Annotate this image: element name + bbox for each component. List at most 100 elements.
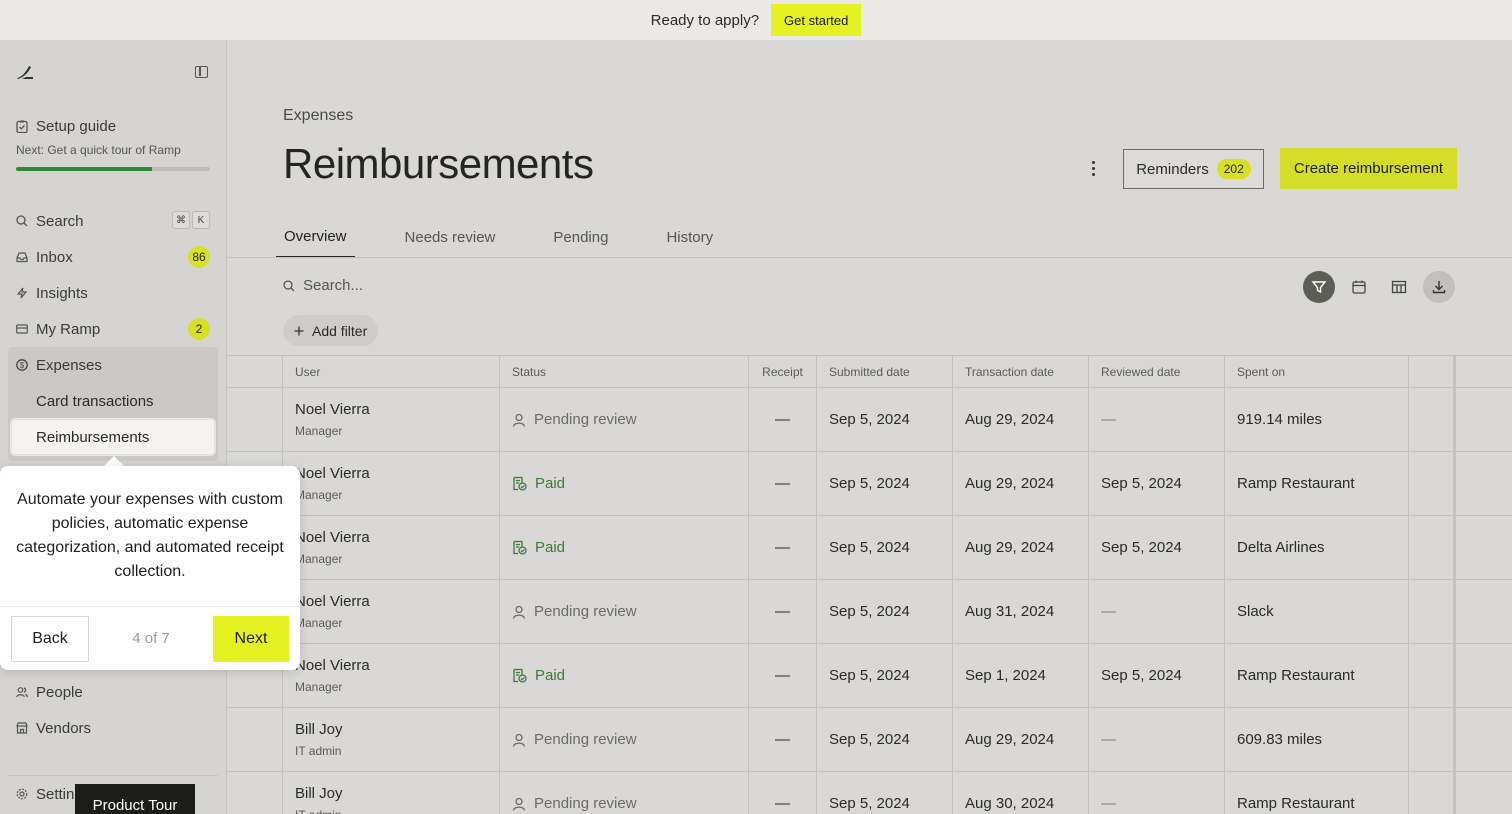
- sidebar-item-vendors[interactable]: Vendors: [8, 710, 218, 746]
- sidebar-item-reimbursements[interactable]: Reimbursements: [11, 419, 215, 455]
- transaction-date-cell: Aug 29, 2024: [953, 388, 1089, 451]
- row-spacer: [1409, 452, 1454, 515]
- header-user[interactable]: User: [283, 356, 500, 387]
- sidebar-item-insights[interactable]: Insights: [8, 275, 218, 311]
- filter-icon[interactable]: [1303, 271, 1335, 303]
- calendar-icon[interactable]: [1343, 271, 1375, 303]
- transaction-date-cell: Aug 29, 2024: [953, 708, 1089, 771]
- user-role: Manager: [295, 424, 343, 438]
- user-cell: Noel Vierra Manager: [283, 388, 500, 451]
- status-cell: Paid: [500, 452, 749, 515]
- transaction-date-cell: Sep 1, 2024: [953, 644, 1089, 707]
- submitted-date-cell: Sep 5, 2024: [817, 772, 953, 814]
- header-spent-on[interactable]: Spent on: [1225, 356, 1409, 387]
- row-spacer: [1409, 772, 1454, 814]
- table-row[interactable]: Noel Vierra Manager Paid — Sep 5, 2024 Aug 29…: [227, 516, 1512, 580]
- header-transaction-date[interactable]: Transaction date: [953, 356, 1089, 387]
- reviewed-date-cell: Sep 5, 2024: [1089, 644, 1225, 707]
- table-icon[interactable]: [1383, 271, 1415, 303]
- get-started-button[interactable]: Get started: [771, 4, 862, 36]
- receipt-cell[interactable]: —: [749, 772, 817, 814]
- row-spacer: [1454, 644, 1512, 707]
- table-row[interactable]: Noel Vierra Manager Pending review — Sep 5, …: [227, 580, 1512, 644]
- table-row[interactable]: Noel Vierra Manager Pending review — Sep 5, …: [227, 388, 1512, 452]
- table-row[interactable]: Noel Vierra Manager Paid — Sep 5, 2024 Aug 29…: [227, 452, 1512, 516]
- status-cell: Paid: [500, 644, 749, 707]
- sidebar-item-label: Search: [36, 212, 84, 230]
- tab-pending[interactable]: Pending: [545, 216, 616, 258]
- receipt-cell[interactable]: —: [749, 708, 817, 771]
- search-input[interactable]: Search...: [283, 277, 363, 294]
- tab-history[interactable]: History: [658, 216, 721, 258]
- header-status[interactable]: Status: [500, 356, 749, 387]
- header-reviewed-date[interactable]: Reviewed date: [1089, 356, 1225, 387]
- status-label: Pending review: [534, 731, 637, 748]
- row-spacer: [1409, 580, 1454, 643]
- user-role: Manager: [295, 552, 343, 566]
- setup-guide[interactable]: Setup guide Next: Get a quick tour of Ra…: [16, 118, 210, 171]
- add-filter-button[interactable]: Add filter: [283, 315, 379, 346]
- receipt-cell[interactable]: —: [749, 580, 817, 643]
- transaction-date-cell: Aug 31, 2024: [953, 580, 1089, 643]
- tab-needs-review[interactable]: Needs review: [397, 216, 504, 258]
- shortcut-key: K: [192, 211, 210, 229]
- sidebar-nav-secondary: People Vendors: [8, 674, 218, 746]
- table-row[interactable]: Bill JoyIT adminPending review—Sep 5, 20…: [227, 772, 1512, 814]
- download-icon[interactable]: [1423, 271, 1455, 303]
- ramp-logo-icon[interactable]: [16, 64, 34, 80]
- row-spacer: [1454, 388, 1512, 451]
- tabs: Overview Needs review Pending History: [276, 216, 763, 258]
- row-spacer: [227, 772, 283, 814]
- transaction-date-cell: Aug 30, 2024: [953, 772, 1089, 814]
- create-reimbursement-button[interactable]: Create reimbursement: [1280, 148, 1457, 189]
- more-vertical-icon[interactable]: [1085, 156, 1101, 180]
- settings-icon: [16, 788, 28, 800]
- search-shortcut: ⌘ K: [172, 211, 210, 229]
- product-tour-button[interactable]: Product Tour: [75, 784, 195, 814]
- setup-next-step: Next: Get a quick tour of Ramp: [16, 143, 181, 157]
- user-cell: Noel Vierra Manager: [283, 644, 500, 707]
- submitted-date-cell: Sep 5, 2024: [817, 452, 953, 515]
- search-placeholder: Search...: [303, 277, 364, 294]
- tour-back-button[interactable]: Back: [11, 615, 89, 662]
- row-spacer: [227, 708, 283, 771]
- user-role: Manager: [295, 488, 343, 502]
- breadcrumb[interactable]: Expenses: [283, 107, 353, 125]
- sidebar-item-inbox[interactable]: Inbox 86: [8, 239, 218, 275]
- status-label: Pending review: [534, 795, 637, 812]
- receipt-cell[interactable]: —: [749, 644, 817, 707]
- user-icon: [512, 733, 526, 747]
- sidebar-item-card-transactions[interactable]: Card transactions: [8, 383, 218, 419]
- sidebar-item-label: Insights: [36, 284, 88, 302]
- tab-overview[interactable]: Overview: [276, 216, 355, 258]
- plus-icon: [294, 326, 304, 335]
- sidebar-item-my-ramp[interactable]: My Ramp 2: [8, 311, 218, 347]
- header-receipt[interactable]: Receipt: [749, 356, 817, 387]
- reviewed-date-cell: —: [1089, 708, 1225, 771]
- reviewed-date-cell: Sep 5, 2024: [1089, 516, 1225, 579]
- header-cell: [227, 356, 283, 387]
- sidebar-item-expenses[interactable]: $ Expenses: [8, 347, 218, 383]
- reminders-button[interactable]: Reminders 202: [1123, 149, 1264, 189]
- table-row[interactable]: Bill JoyIT adminPending review—Sep 5, 20…: [227, 708, 1512, 772]
- row-spacer: [1409, 644, 1454, 707]
- header-submitted-date[interactable]: Submitted date: [817, 356, 953, 387]
- transaction-date-cell: Aug 29, 2024: [953, 516, 1089, 579]
- sidebar-toggle-icon[interactable]: [195, 66, 208, 78]
- status-cell: Pending review: [500, 772, 749, 814]
- tour-next-button[interactable]: Next: [213, 615, 289, 662]
- expenses-group: $ Expenses Card transactions Reimburseme…: [8, 347, 218, 461]
- receipt-cell[interactable]: —: [749, 452, 817, 515]
- spent-on-cell: Slack: [1225, 580, 1409, 643]
- receipt-cell[interactable]: —: [749, 388, 817, 451]
- reviewed-date-cell: —: [1089, 772, 1225, 814]
- receipt-cell[interactable]: —: [749, 516, 817, 579]
- sidebar-item-people[interactable]: People: [8, 674, 218, 710]
- submitted-date-cell: Sep 5, 2024: [817, 516, 953, 579]
- table-row[interactable]: Noel Vierra Manager Paid — Sep 5, 2024 Sep 1,…: [227, 644, 1512, 708]
- submitted-date-cell: Sep 5, 2024: [817, 388, 953, 451]
- table-body: Noel Vierra Manager Pending review — Sep 5, …: [227, 388, 1512, 814]
- spent-on-cell: Ramp Restaurant: [1225, 644, 1409, 707]
- setup-progress-bar: [16, 167, 210, 171]
- sidebar-item-search[interactable]: Search ⌘ K: [8, 203, 218, 239]
